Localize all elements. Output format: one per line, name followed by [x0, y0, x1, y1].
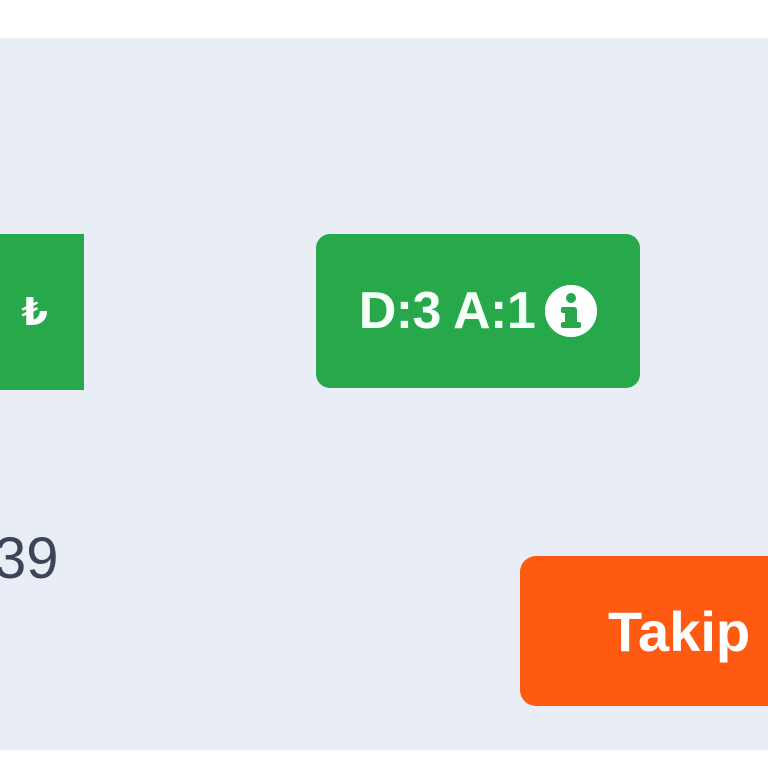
- stat-value-2: 0: [0, 654, 2, 712]
- screenshot-frame: ₺ D:3 A:1 39 0 Takip: [0, 0, 768, 768]
- da-status-badge[interactable]: D:3 A:1: [316, 234, 640, 388]
- da-status-label: D:3 A:1: [358, 282, 536, 340]
- price-badge: ₺: [0, 234, 84, 390]
- follow-button[interactable]: Takip: [520, 556, 768, 706]
- stat-value-1: 39: [0, 526, 59, 591]
- info-icon[interactable]: [545, 285, 598, 337]
- follow-button-label: Takip: [608, 599, 751, 663]
- lira-symbol: ₺: [21, 291, 48, 334]
